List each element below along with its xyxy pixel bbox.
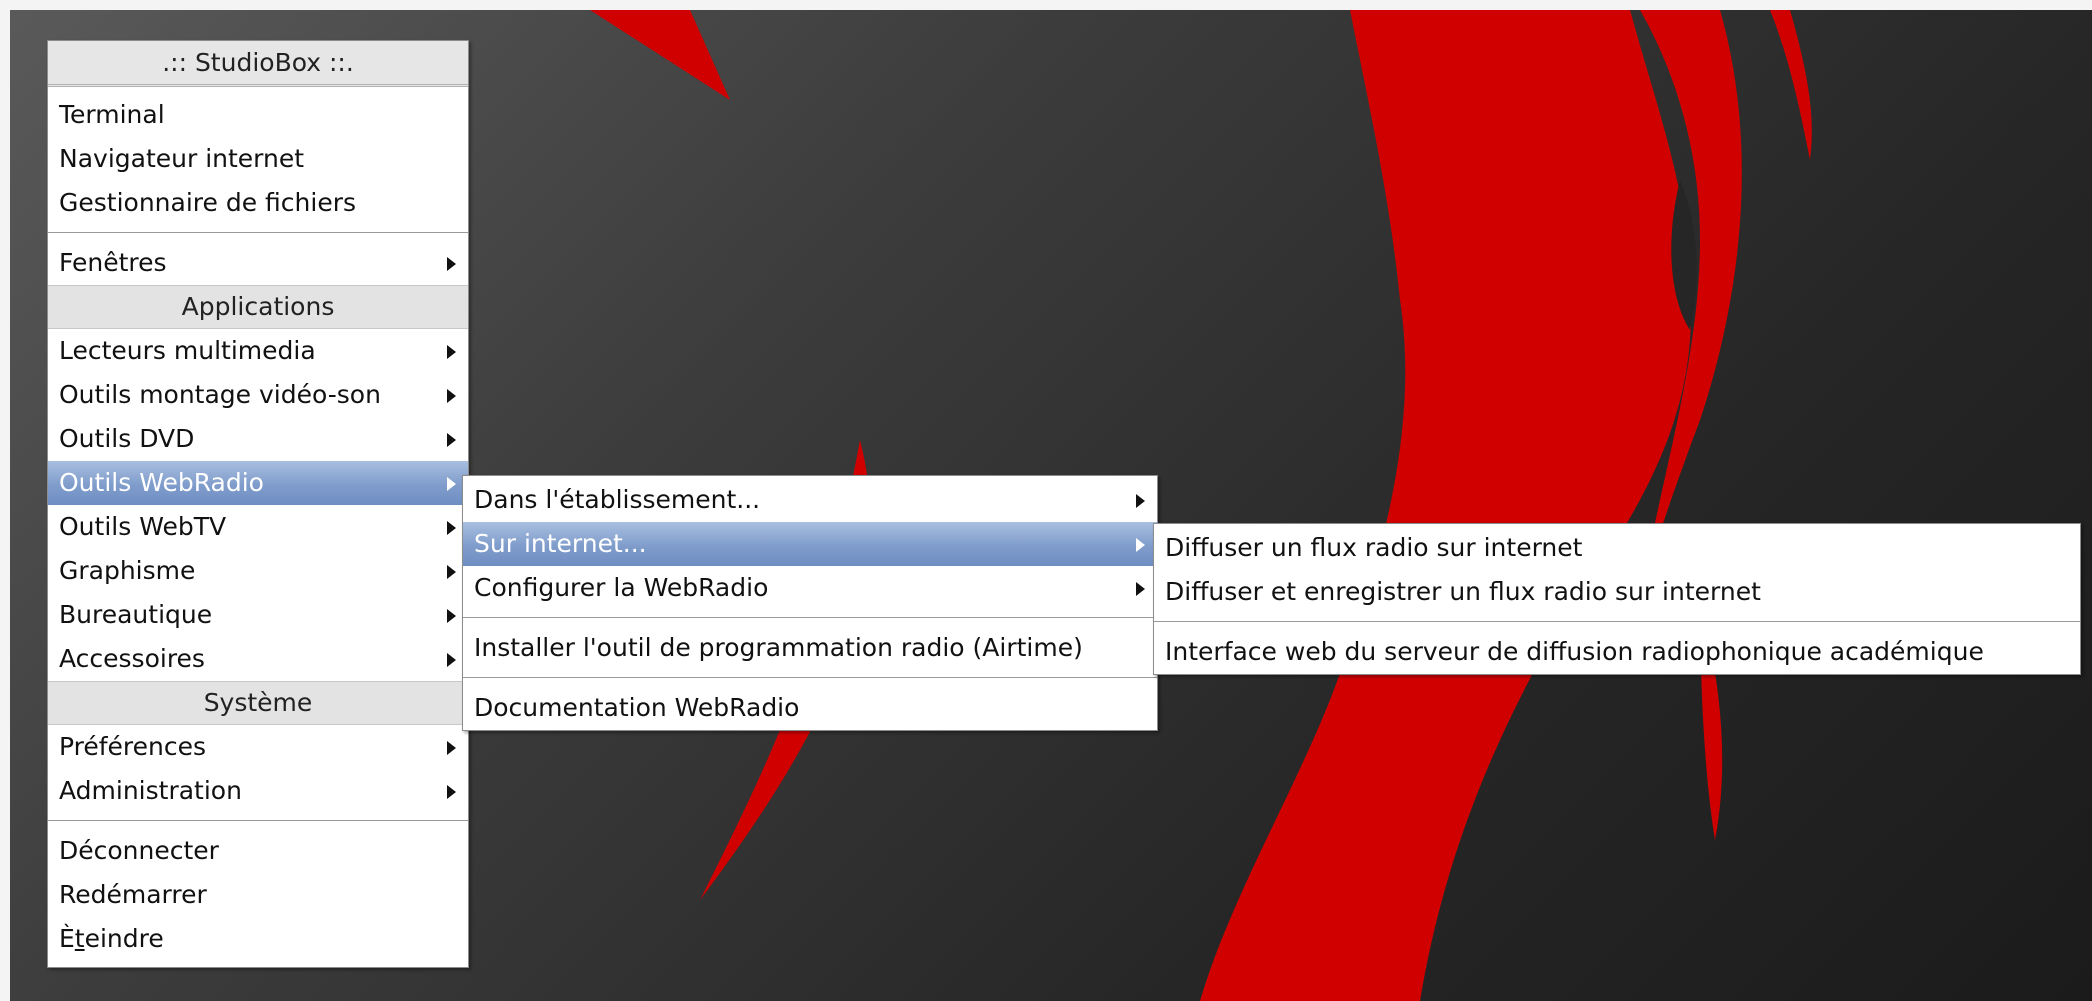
menu-item-logout[interactable]: Déconnecter [48,829,468,873]
submenu-arrow-icon [447,433,456,447]
menu-item-label: Administration [59,776,242,805]
wallpaper-thin-stroke [1770,10,1812,160]
menu-separator [463,670,1157,686]
submenu-arrow-icon [447,389,456,403]
menu-item-webtv-tools[interactable]: Outils WebTV [48,505,468,549]
submenu-arrow-icon [447,345,456,359]
submenu-arrow-icon [1136,538,1145,552]
menu-item-academic-server-interface[interactable]: Interface web du serveur de diffusion ra… [1154,630,2080,674]
menu-item-label: Outils WebTV [59,512,227,541]
shutdown-label-rest: eindre [84,924,164,953]
menu-item-label: Dans l'établissement... [474,485,761,514]
menu-item-label: Bureautique [59,600,213,629]
menu-item-terminal[interactable]: Terminal [48,93,468,137]
menu-item-install-airtime[interactable]: Installer l'outil de programmation radio… [463,626,1157,670]
shutdown-label-first: È [59,924,75,953]
menu-item-label: Outils WebRadio [59,468,264,497]
menu-item-label: Outils montage vidéo-son [59,380,381,409]
menu-item-web-browser[interactable]: Navigateur internet [48,137,468,181]
menu-item-dvd-tools[interactable]: Outils DVD [48,417,468,461]
menu-item-configure-webradio[interactable]: Configurer la WebRadio [463,566,1157,610]
internet-submenu: Diffuser un flux radio sur internet Diff… [1153,523,2081,675]
submenu-arrow-icon [447,741,456,755]
menu-item-windows[interactable]: Fenêtres [48,241,468,285]
menu-item-media-players[interactable]: Lecteurs multimedia [48,329,468,373]
menu-item-label: Configurer la WebRadio [474,573,769,602]
wallpaper-stroke [590,10,730,100]
menu-item-label: Sur internet... [474,529,647,558]
menu-item-accessories[interactable]: Accessoires [48,637,468,681]
applications-header: Applications [48,285,468,329]
main-menu: .:: StudioBox ::. Terminal Navigateur in… [47,40,469,968]
menu-separator [48,225,468,241]
menu-item-administration[interactable]: Administration [48,769,468,813]
menu-item-windows-label: Fenêtres [59,248,167,277]
menu-separator [1154,614,2080,630]
submenu-arrow-icon [447,521,456,535]
submenu-arrow-icon [447,257,456,271]
system-header: Système [48,681,468,725]
menu-item-webradio-docs[interactable]: Documentation WebRadio [463,686,1157,730]
webradio-submenu: Dans l'établissement... Sur internet... … [462,475,1158,731]
menu-item-label: Préférences [59,732,207,761]
menu-item-label: Accessoires [59,644,205,673]
menu-item-on-internet[interactable]: Sur internet... [463,522,1157,566]
menu-separator [463,610,1157,626]
menu-item-shutdown[interactable]: Èteindre [48,917,468,961]
submenu-arrow-icon [447,477,456,491]
menu-item-video-audio-editing[interactable]: Outils montage vidéo-son [48,373,468,417]
menu-separator [48,813,468,829]
menu-item-stream-record-radio[interactable]: Diffuser et enregistrer un flux radio su… [1154,570,2080,614]
menu-item-label: Outils DVD [59,424,195,453]
main-menu-title: .:: StudioBox ::. [48,41,468,87]
wallpaper-ribbon [1200,10,1692,1001]
menu-item-stream-radio[interactable]: Diffuser un flux radio sur internet [1154,526,2080,570]
submenu-arrow-icon [447,653,456,667]
menu-item-webradio-tools[interactable]: Outils WebRadio [48,461,468,505]
menu-item-file-manager[interactable]: Gestionnaire de fichiers [48,181,468,225]
menu-item-label: Graphisme [59,556,196,585]
submenu-arrow-icon [1136,494,1145,508]
submenu-arrow-icon [1136,582,1145,596]
submenu-arrow-icon [447,565,456,579]
menu-item-graphics[interactable]: Graphisme [48,549,468,593]
submenu-arrow-icon [447,609,456,623]
submenu-arrow-icon [447,785,456,799]
menu-item-office[interactable]: Bureautique [48,593,468,637]
menu-item-in-school[interactable]: Dans l'établissement... [463,478,1157,522]
menu-item-label: Lecteurs multimedia [59,336,316,365]
menu-item-reboot[interactable]: Redémarrer [48,873,468,917]
menu-item-preferences[interactable]: Préférences [48,725,468,769]
shutdown-label-accelerator: t [74,924,85,953]
